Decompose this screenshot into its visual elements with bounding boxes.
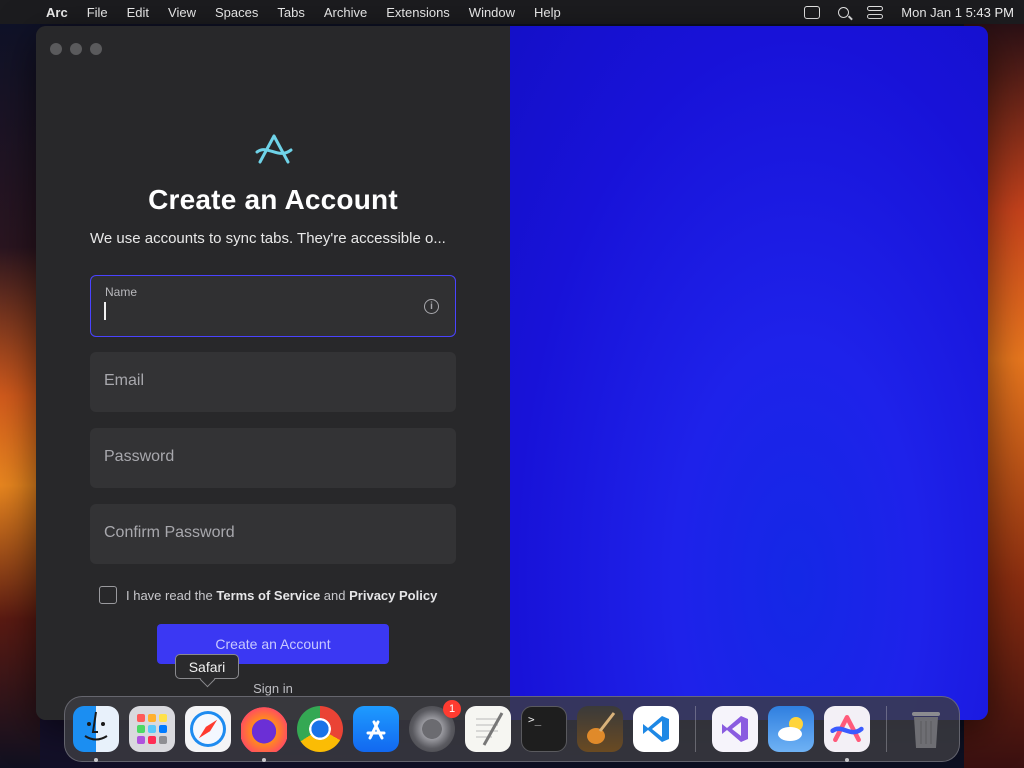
menu-spaces[interactable]: Spaces xyxy=(215,5,258,20)
page-subtitle: We use accounts to sync tabs. They're ac… xyxy=(90,230,446,247)
terms-row: I have read the Terms of Service and Pri… xyxy=(99,586,437,604)
firefox-icon[interactable] xyxy=(241,706,287,762)
chrome-icon[interactable] xyxy=(297,706,343,752)
textedit-page-icon xyxy=(476,712,504,746)
dock-tooltip: Safari xyxy=(175,654,239,679)
terms-prefix: I have read the xyxy=(126,587,213,603)
trash-bin-icon xyxy=(912,712,940,748)
menu-clock[interactable]: Mon Jan 1 5:43 PM xyxy=(901,5,1014,20)
page-title: Create an Account xyxy=(148,184,398,215)
running-indicator xyxy=(845,758,849,762)
launchpad-icon[interactable] xyxy=(129,706,175,752)
appstore-a-icon xyxy=(366,720,386,740)
running-indicator xyxy=(94,758,98,762)
guitar-icon xyxy=(587,712,616,744)
control-center-icon[interactable] xyxy=(867,5,884,19)
visual-studio-logo-icon xyxy=(722,716,748,742)
desktop-wallpaper-left xyxy=(0,24,40,768)
safari-icon[interactable] xyxy=(185,706,231,752)
email-field[interactable]: Email xyxy=(90,352,456,412)
decorative-blue-panel xyxy=(510,26,988,720)
vscode-icon[interactable] xyxy=(633,706,679,752)
name-field[interactable]: Name i xyxy=(90,275,456,337)
menu-extensions[interactable]: Extensions xyxy=(386,5,450,20)
window-controls xyxy=(50,43,102,55)
dock-separator xyxy=(695,706,696,752)
confirm-password-placeholder: Confirm Password xyxy=(104,524,235,541)
menu-tabs[interactable]: Tabs xyxy=(277,5,304,20)
arc-browser-logo-icon xyxy=(830,715,864,743)
text-caret xyxy=(104,302,106,320)
menu-file[interactable]: File xyxy=(87,5,108,20)
email-placeholder: Email xyxy=(104,372,145,389)
visual-studio-icon[interactable] xyxy=(712,706,758,752)
terminal-icon[interactable]: >_ xyxy=(521,706,567,752)
terms-of-service-link[interactable]: Terms of Service xyxy=(216,588,320,603)
menu-edit[interactable]: Edit xyxy=(127,5,149,20)
password-placeholder: Password xyxy=(104,448,175,465)
menu-app-name[interactable]: Arc xyxy=(46,5,68,20)
weather-icon[interactable] xyxy=(768,706,814,752)
terms-and: and xyxy=(323,587,346,603)
settings-icon[interactable]: 1 xyxy=(409,700,461,752)
launchpad-grid-icon xyxy=(137,714,167,744)
close-window-button[interactable] xyxy=(50,43,62,55)
terms-checkbox[interactable] xyxy=(99,586,117,604)
menu-window[interactable]: Window xyxy=(469,5,515,20)
running-indicator xyxy=(262,758,266,762)
arc-window: Create an Account We use accounts to syn… xyxy=(36,26,988,720)
dock-separator xyxy=(886,706,887,752)
minimize-window-button[interactable] xyxy=(70,43,82,55)
arc-logo-icon xyxy=(255,134,293,164)
menu-archive[interactable]: Archive xyxy=(324,5,367,20)
safari-compass-icon xyxy=(190,711,226,747)
signup-panel: Create an Account We use accounts to syn… xyxy=(36,26,510,720)
finder-icon[interactable] xyxy=(73,706,119,762)
menu-view[interactable]: View xyxy=(168,5,196,20)
vscode-logo-icon xyxy=(643,716,669,742)
password-field[interactable]: Password xyxy=(90,428,456,488)
trash-icon[interactable] xyxy=(903,706,949,752)
sign-in-link[interactable]: Sign in xyxy=(36,681,510,696)
panel-divider xyxy=(502,26,518,720)
finder-face-icon xyxy=(84,711,108,741)
dock: 1 >_ xyxy=(64,696,960,762)
menu-bar: Arc File Edit View Spaces Tabs Archive E… xyxy=(0,0,1024,24)
cloud-sun-icon xyxy=(778,717,803,741)
arc-icon[interactable] xyxy=(824,706,870,762)
info-icon[interactable]: i xyxy=(424,299,439,314)
screen-mirroring-icon[interactable] xyxy=(804,5,821,19)
appstore-icon[interactable] xyxy=(353,706,399,752)
spotlight-search-icon[interactable] xyxy=(838,6,850,18)
textedit-icon[interactable] xyxy=(465,706,511,752)
garageband-icon[interactable] xyxy=(577,706,623,752)
name-field-label: Name xyxy=(105,285,138,299)
zoom-window-button[interactable] xyxy=(90,43,102,55)
notification-badge: 1 xyxy=(443,700,461,718)
confirm-password-field[interactable]: Confirm Password xyxy=(90,504,456,564)
privacy-policy-link[interactable]: Privacy Policy xyxy=(349,588,437,603)
menu-help[interactable]: Help xyxy=(534,5,561,20)
